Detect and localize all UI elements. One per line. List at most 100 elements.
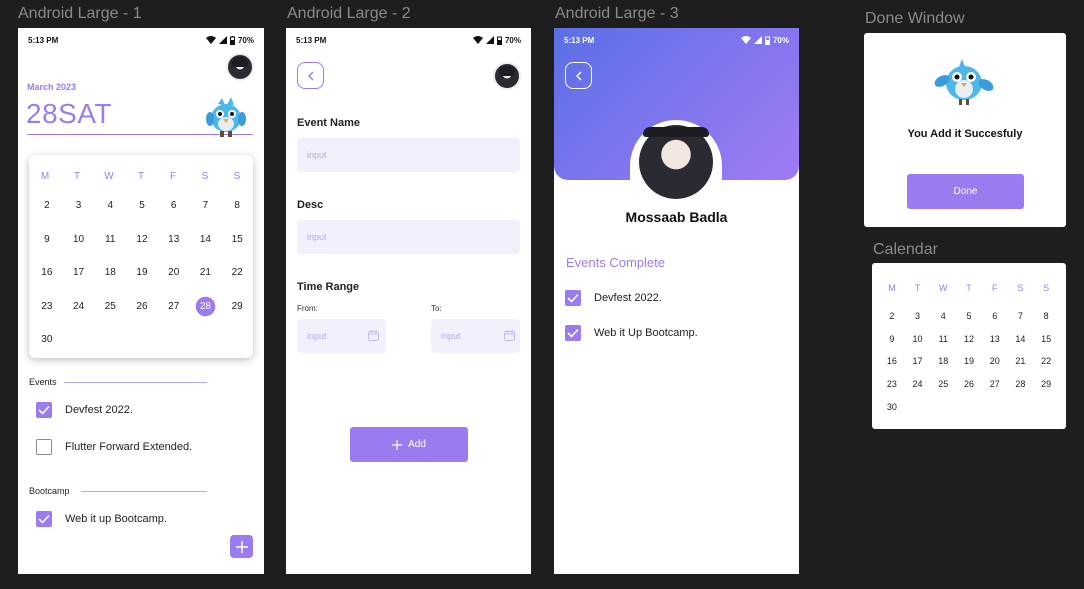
calendar-day[interactable]: 21	[190, 256, 222, 290]
calendar-day[interactable]: 30	[879, 395, 905, 418]
calendar-day[interactable]: 15	[1033, 328, 1059, 351]
calendar-day[interactable]: 23	[31, 290, 63, 324]
frame-title-calendar: Calendar	[873, 241, 938, 258]
battery-level: 70%	[772, 35, 789, 45]
bootcamp-item-label: Web it up Bootcamp.	[65, 513, 167, 525]
profile-avatar-large	[639, 125, 713, 199]
calendar-day[interactable]: 19	[126, 256, 158, 290]
weekday-label: F	[169, 170, 177, 182]
calendar-day[interactable]: 27	[158, 290, 190, 324]
chevron-left-icon	[575, 71, 581, 80]
back-button[interactable]	[297, 62, 324, 89]
weekday-label: T	[966, 283, 972, 293]
add-event-button[interactable]	[230, 535, 253, 558]
calendar-day[interactable]: 22	[1033, 350, 1059, 373]
weekday-label: T	[73, 170, 81, 182]
calendar-day[interactable]: 4	[94, 189, 126, 223]
calendar-day[interactable]: 16	[31, 256, 63, 290]
done-button[interactable]: Done	[907, 174, 1024, 209]
calendar-day[interactable]: 16	[879, 350, 905, 373]
calendar-day-selected[interactable]: 28	[189, 289, 222, 323]
completed-checkbox-devfest[interactable]	[565, 290, 581, 306]
signal-icon	[485, 36, 494, 44]
completed-checkbox-web-it-up[interactable]	[565, 325, 581, 341]
calendar-day[interactable]: 11	[930, 328, 956, 351]
calendar-day[interactable]: 18	[94, 256, 126, 290]
calendar-day[interactable]: 27	[982, 373, 1008, 396]
signal-icon	[218, 36, 227, 44]
from-date-input[interactable]: input	[297, 319, 386, 353]
calendar-day[interactable]: 29	[221, 290, 253, 324]
calendar-day[interactable]: 9	[31, 223, 63, 257]
calendar-day[interactable]: 3	[63, 189, 95, 223]
desc-input[interactable]: input	[297, 220, 520, 254]
calendar-day[interactable]: 11	[94, 223, 126, 257]
calendar-day[interactable]: 5	[956, 305, 982, 328]
calendar-day[interactable]: 18	[930, 350, 956, 373]
calendar-day[interactable]: 17	[63, 256, 95, 290]
calendar-day[interactable]: 25	[94, 290, 126, 324]
calendar-day[interactable]: 13	[982, 328, 1008, 351]
add-button-label: Add	[408, 439, 426, 450]
calendar-day[interactable]: 21	[1008, 350, 1034, 373]
calendar-icon	[504, 330, 515, 341]
profile-avatar[interactable]	[226, 53, 254, 81]
calendar-day[interactable]: 6	[158, 189, 190, 223]
add-button[interactable]: Add	[350, 427, 468, 462]
frame-title-android-large-1: Android Large - 1	[18, 5, 142, 22]
calendar-day[interactable]: 22	[221, 256, 253, 290]
calendar-day[interactable]: 30	[31, 323, 63, 357]
calendar-day[interactable]: 9	[879, 328, 905, 351]
to-date-input[interactable]: input	[431, 319, 520, 353]
calendar-day[interactable]: 19	[956, 350, 982, 373]
profile-avatar[interactable]	[493, 62, 521, 90]
battery-icon	[764, 36, 770, 45]
wifi-icon	[472, 36, 483, 44]
calendar-day[interactable]: 20	[982, 350, 1008, 373]
calendar-day[interactable]: 26	[126, 290, 158, 324]
calendar-day[interactable]: 25	[930, 373, 956, 396]
chevron-left-icon	[307, 71, 313, 80]
calendar-day[interactable]: 13	[158, 223, 190, 257]
calendar-day[interactable]: 24	[63, 290, 95, 324]
month-label: March 2023	[27, 82, 77, 92]
calendar-day[interactable]: 10	[63, 223, 95, 257]
calendar-day[interactable]: 24	[905, 373, 931, 396]
checkmark-icon	[38, 514, 50, 524]
calendar-day[interactable]: 17	[905, 350, 931, 373]
calendar-day[interactable]: 10	[905, 328, 931, 351]
calendar-day[interactable]: 2	[879, 305, 905, 328]
calendar-day[interactable]: 28	[1008, 373, 1034, 396]
checkmark-icon	[567, 293, 579, 303]
weekday-label: S	[201, 170, 209, 182]
calendar-day[interactable]: 26	[956, 373, 982, 396]
success-message: You Add it Succesfuly	[907, 128, 1023, 140]
frame-title-done-window: Done Window	[865, 10, 965, 27]
bootcamp-checkbox-web-it-up[interactable]	[36, 511, 52, 527]
frame-title-android-large-3: Android Large - 3	[555, 5, 679, 22]
calendar-day[interactable]: 23	[879, 373, 905, 396]
calendar-day[interactable]: 7	[190, 189, 222, 223]
calendar-day[interactable]: 15	[221, 223, 253, 257]
calendar-day[interactable]: 12	[126, 223, 158, 257]
calendar-day[interactable]: 29	[1033, 373, 1059, 396]
event-name-input[interactable]: input	[297, 138, 520, 172]
calendar-day[interactable]: 12	[956, 328, 982, 351]
calendar-day[interactable]: 8	[1033, 305, 1059, 328]
calendar-day[interactable]: 8	[221, 189, 253, 223]
calendar-day[interactable]: 14	[1008, 328, 1034, 351]
calendar-day[interactable]: 14	[190, 223, 222, 257]
event-checkbox-devfest[interactable]	[36, 402, 52, 418]
battery-icon	[229, 35, 235, 45]
calendar-day[interactable]: 7	[1008, 305, 1034, 328]
desc-label: Desc	[297, 199, 324, 211]
calendar-day[interactable]: 3	[905, 305, 931, 328]
bird-mascot-icon	[934, 59, 994, 105]
calendar-day[interactable]: 4	[930, 305, 956, 328]
calendar-day[interactable]: 20	[158, 256, 190, 290]
event-checkbox-flutter-forward[interactable]	[36, 439, 52, 455]
back-button[interactable]	[565, 62, 592, 89]
calendar-day[interactable]: 2	[31, 189, 63, 223]
calendar-day[interactable]: 5	[126, 189, 158, 223]
calendar-day[interactable]: 6	[982, 305, 1008, 328]
